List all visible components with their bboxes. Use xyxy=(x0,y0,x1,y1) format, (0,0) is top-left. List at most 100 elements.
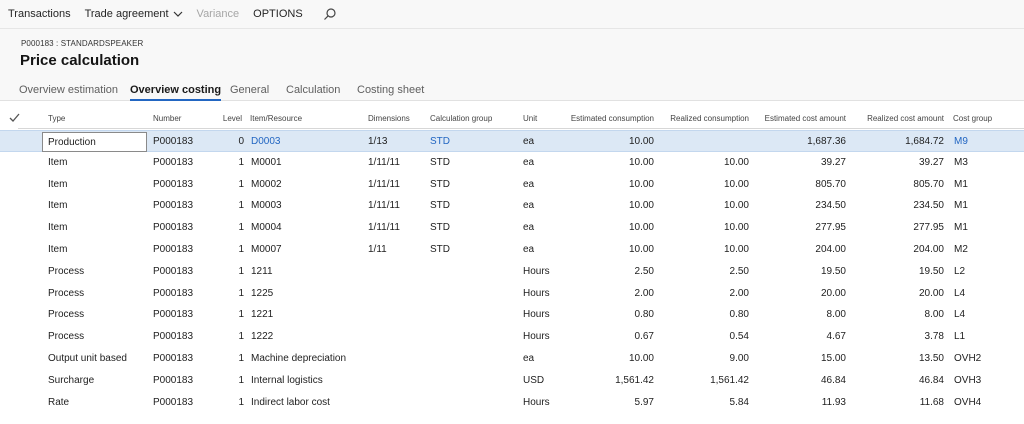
table-row[interactable]: Process P000183 1 1222 Hours 0.67 0.54 4.67 3.78… xyxy=(0,326,1024,348)
column-header-estimated-cost-amount[interactable]: Estimated cost amount xyxy=(765,114,846,123)
tab-overview-costing[interactable]: Overview costing xyxy=(130,84,222,101)
table-row[interactable]: Surcharge P000183 1 Internal logistics USD 1,… xyxy=(0,370,1024,392)
cell-dimensions: 1/11/11 xyxy=(368,222,400,234)
cell-item-resource: Machine depreciation xyxy=(251,353,347,364)
cell-level: 1 xyxy=(238,222,244,234)
column-header-dimensions[interactable]: Dimensions xyxy=(368,114,410,123)
cell-level: 1 xyxy=(238,287,244,299)
cell-item-resource: M0003 xyxy=(251,200,282,212)
cell-level: 1 xyxy=(238,331,244,343)
action-bar: Transactions Trade agreement Variance OP… xyxy=(0,0,1024,29)
table-row[interactable]: Item P000183 1 M0001 1/11/11 STD ea 10.00 10.00 3… xyxy=(0,152,1024,174)
table-row[interactable]: Process P000183 1 1211 Hours 2.50 2.50 19.50 19.… xyxy=(0,261,1024,283)
cell-calculation-group: STD xyxy=(430,156,450,168)
cell-cost-group[interactable]: M9 xyxy=(954,136,968,147)
tab-costing-sheet[interactable]: Costing sheet xyxy=(357,84,424,96)
cell-item-resource: M0002 xyxy=(251,178,282,190)
column-header-level[interactable]: Level xyxy=(223,114,242,123)
cell-unit: Hours xyxy=(523,265,550,277)
cell-level: 0 xyxy=(238,136,244,147)
cell-realized-consumption: 2.00 xyxy=(729,287,749,299)
cell-type: Item xyxy=(48,244,68,255)
cell-level: 1 xyxy=(238,200,244,212)
cell-realized-consumption: 1,561.42 xyxy=(710,374,749,386)
cell-cost-group: OVH3 xyxy=(954,374,982,386)
column-header-number[interactable]: Number xyxy=(153,114,181,123)
tab-strip: Overview estimation Overview costing Gen… xyxy=(0,79,1024,101)
cell-number: P000183 xyxy=(153,331,194,343)
cell-realized-consumption: 10.00 xyxy=(723,156,749,168)
cell-item-resource: 1221 xyxy=(251,309,274,321)
type-field[interactable]: Production xyxy=(42,132,147,152)
cell-realized-cost-amount: 19.50 xyxy=(918,265,944,277)
cell-type: Production xyxy=(48,137,96,148)
column-header-estimated-consumption[interactable]: Estimated consumption xyxy=(571,114,654,123)
cell-unit: Hours xyxy=(523,287,550,299)
options-button[interactable]: OPTIONS xyxy=(253,8,303,20)
cell-realized-consumption: 10.00 xyxy=(723,222,749,234)
tab-calculation[interactable]: Calculation xyxy=(286,84,340,96)
table-row[interactable]: Item P000183 1 M0002 1/11/11 STD ea 10.00 10.00 8… xyxy=(0,174,1024,196)
cell-estimated-cost-amount: 15.00 xyxy=(820,353,846,364)
cell-cost-group: OVH4 xyxy=(954,396,982,408)
cell-item-resource[interactable]: D0003 xyxy=(251,136,280,147)
tab-general[interactable]: General xyxy=(230,84,269,96)
table-row[interactable]: Process P000183 1 1225 Hours 2.00 2.00 20.00 20.… xyxy=(0,283,1024,305)
cell-type: Item xyxy=(48,178,68,190)
cell-realized-cost-amount: 46.84 xyxy=(918,374,944,386)
cell-realized-cost-amount: 3.78 xyxy=(924,331,944,343)
cell-number: P000183 xyxy=(153,222,194,234)
cell-realized-cost-amount: 39.27 xyxy=(918,156,944,168)
breadcrumb: P000183 : STANDARDSPEAKER xyxy=(21,39,144,48)
column-header-item-resource[interactable]: Item/Resource xyxy=(250,114,302,123)
cell-level: 1 xyxy=(238,396,244,408)
cell-realized-consumption: 10.00 xyxy=(723,200,749,212)
cell-realized-consumption: 9.00 xyxy=(729,353,749,364)
table-row[interactable]: Process P000183 1 1221 Hours 0.80 0.80 8.00 8.00… xyxy=(0,304,1024,326)
cell-type: Output unit based xyxy=(48,353,127,364)
table-row[interactable]: Rate P000183 1 Indirect labor cost Hours 5.97… xyxy=(0,392,1024,414)
cell-item-resource: Indirect labor cost xyxy=(251,396,330,408)
cell-cost-group: L2 xyxy=(954,265,966,277)
column-header-realized-cost-amount[interactable]: Realized cost amount xyxy=(867,114,944,123)
cell-unit: Hours xyxy=(523,331,550,343)
trade-agreement-button[interactable]: Trade agreement xyxy=(85,8,183,20)
cell-realized-cost-amount: 1,684.72 xyxy=(905,136,944,147)
cell-dimensions: 1/11/11 xyxy=(368,178,400,190)
cell-realized-consumption: 5.84 xyxy=(729,396,749,408)
column-header-calculation-group[interactable]: Calculation group xyxy=(430,114,492,123)
cell-number: P000183 xyxy=(153,396,194,408)
cell-unit: ea xyxy=(523,136,535,147)
cell-cost-group: M1 xyxy=(954,178,968,190)
transactions-button[interactable]: Transactions xyxy=(8,8,71,20)
cell-estimated-cost-amount: 4.67 xyxy=(826,331,846,343)
search-icon[interactable] xyxy=(323,7,337,21)
cell-estimated-cost-amount: 204.00 xyxy=(815,244,846,255)
column-header-realized-consumption[interactable]: Realized consumption xyxy=(670,114,749,123)
cell-estimated-consumption: 10.00 xyxy=(628,200,654,212)
cell-number: P000183 xyxy=(153,178,194,190)
cell-cost-group: M1 xyxy=(954,222,968,234)
cell-calculation-group[interactable]: STD xyxy=(430,136,450,147)
cell-cost-group: L1 xyxy=(954,331,966,343)
column-header-unit[interactable]: Unit xyxy=(523,114,537,123)
cell-realized-cost-amount: 277.95 xyxy=(913,222,944,234)
cell-type: Process xyxy=(48,331,85,343)
table-row[interactable]: Output unit based P000183 1 Machine depreci… xyxy=(0,348,1024,370)
cell-cost-group: M3 xyxy=(954,156,968,168)
cell-item-resource: M0007 xyxy=(251,244,282,255)
cell-dimensions: 1/11/11 xyxy=(368,200,400,212)
table-row[interactable]: Item P000183 1 M0004 1/11/11 STD ea 10.00 10.00 2… xyxy=(0,217,1024,239)
cell-level: 1 xyxy=(238,353,244,364)
tab-overview-estimation[interactable]: Overview estimation xyxy=(19,84,118,96)
table-row[interactable]: Production P000183 0 D0003 1/13 STD ea 10.00 1,6… xyxy=(0,130,1024,152)
cell-unit: USD xyxy=(523,374,545,386)
cell-number: P000183 xyxy=(153,374,194,386)
column-header-type[interactable]: Type xyxy=(48,114,65,123)
table-row[interactable]: Item P000183 1 M0003 1/11/11 STD ea 10.00 10.00 2… xyxy=(0,195,1024,217)
cell-realized-cost-amount: 13.50 xyxy=(918,353,944,364)
table-row[interactable]: Item P000183 1 M0007 1/11 STD ea 10.00 10.00 204.… xyxy=(0,239,1024,261)
column-header-cost-group[interactable]: Cost group xyxy=(953,114,992,123)
cell-cost-group: L4 xyxy=(954,309,966,321)
cell-type: Surcharge xyxy=(48,374,95,386)
